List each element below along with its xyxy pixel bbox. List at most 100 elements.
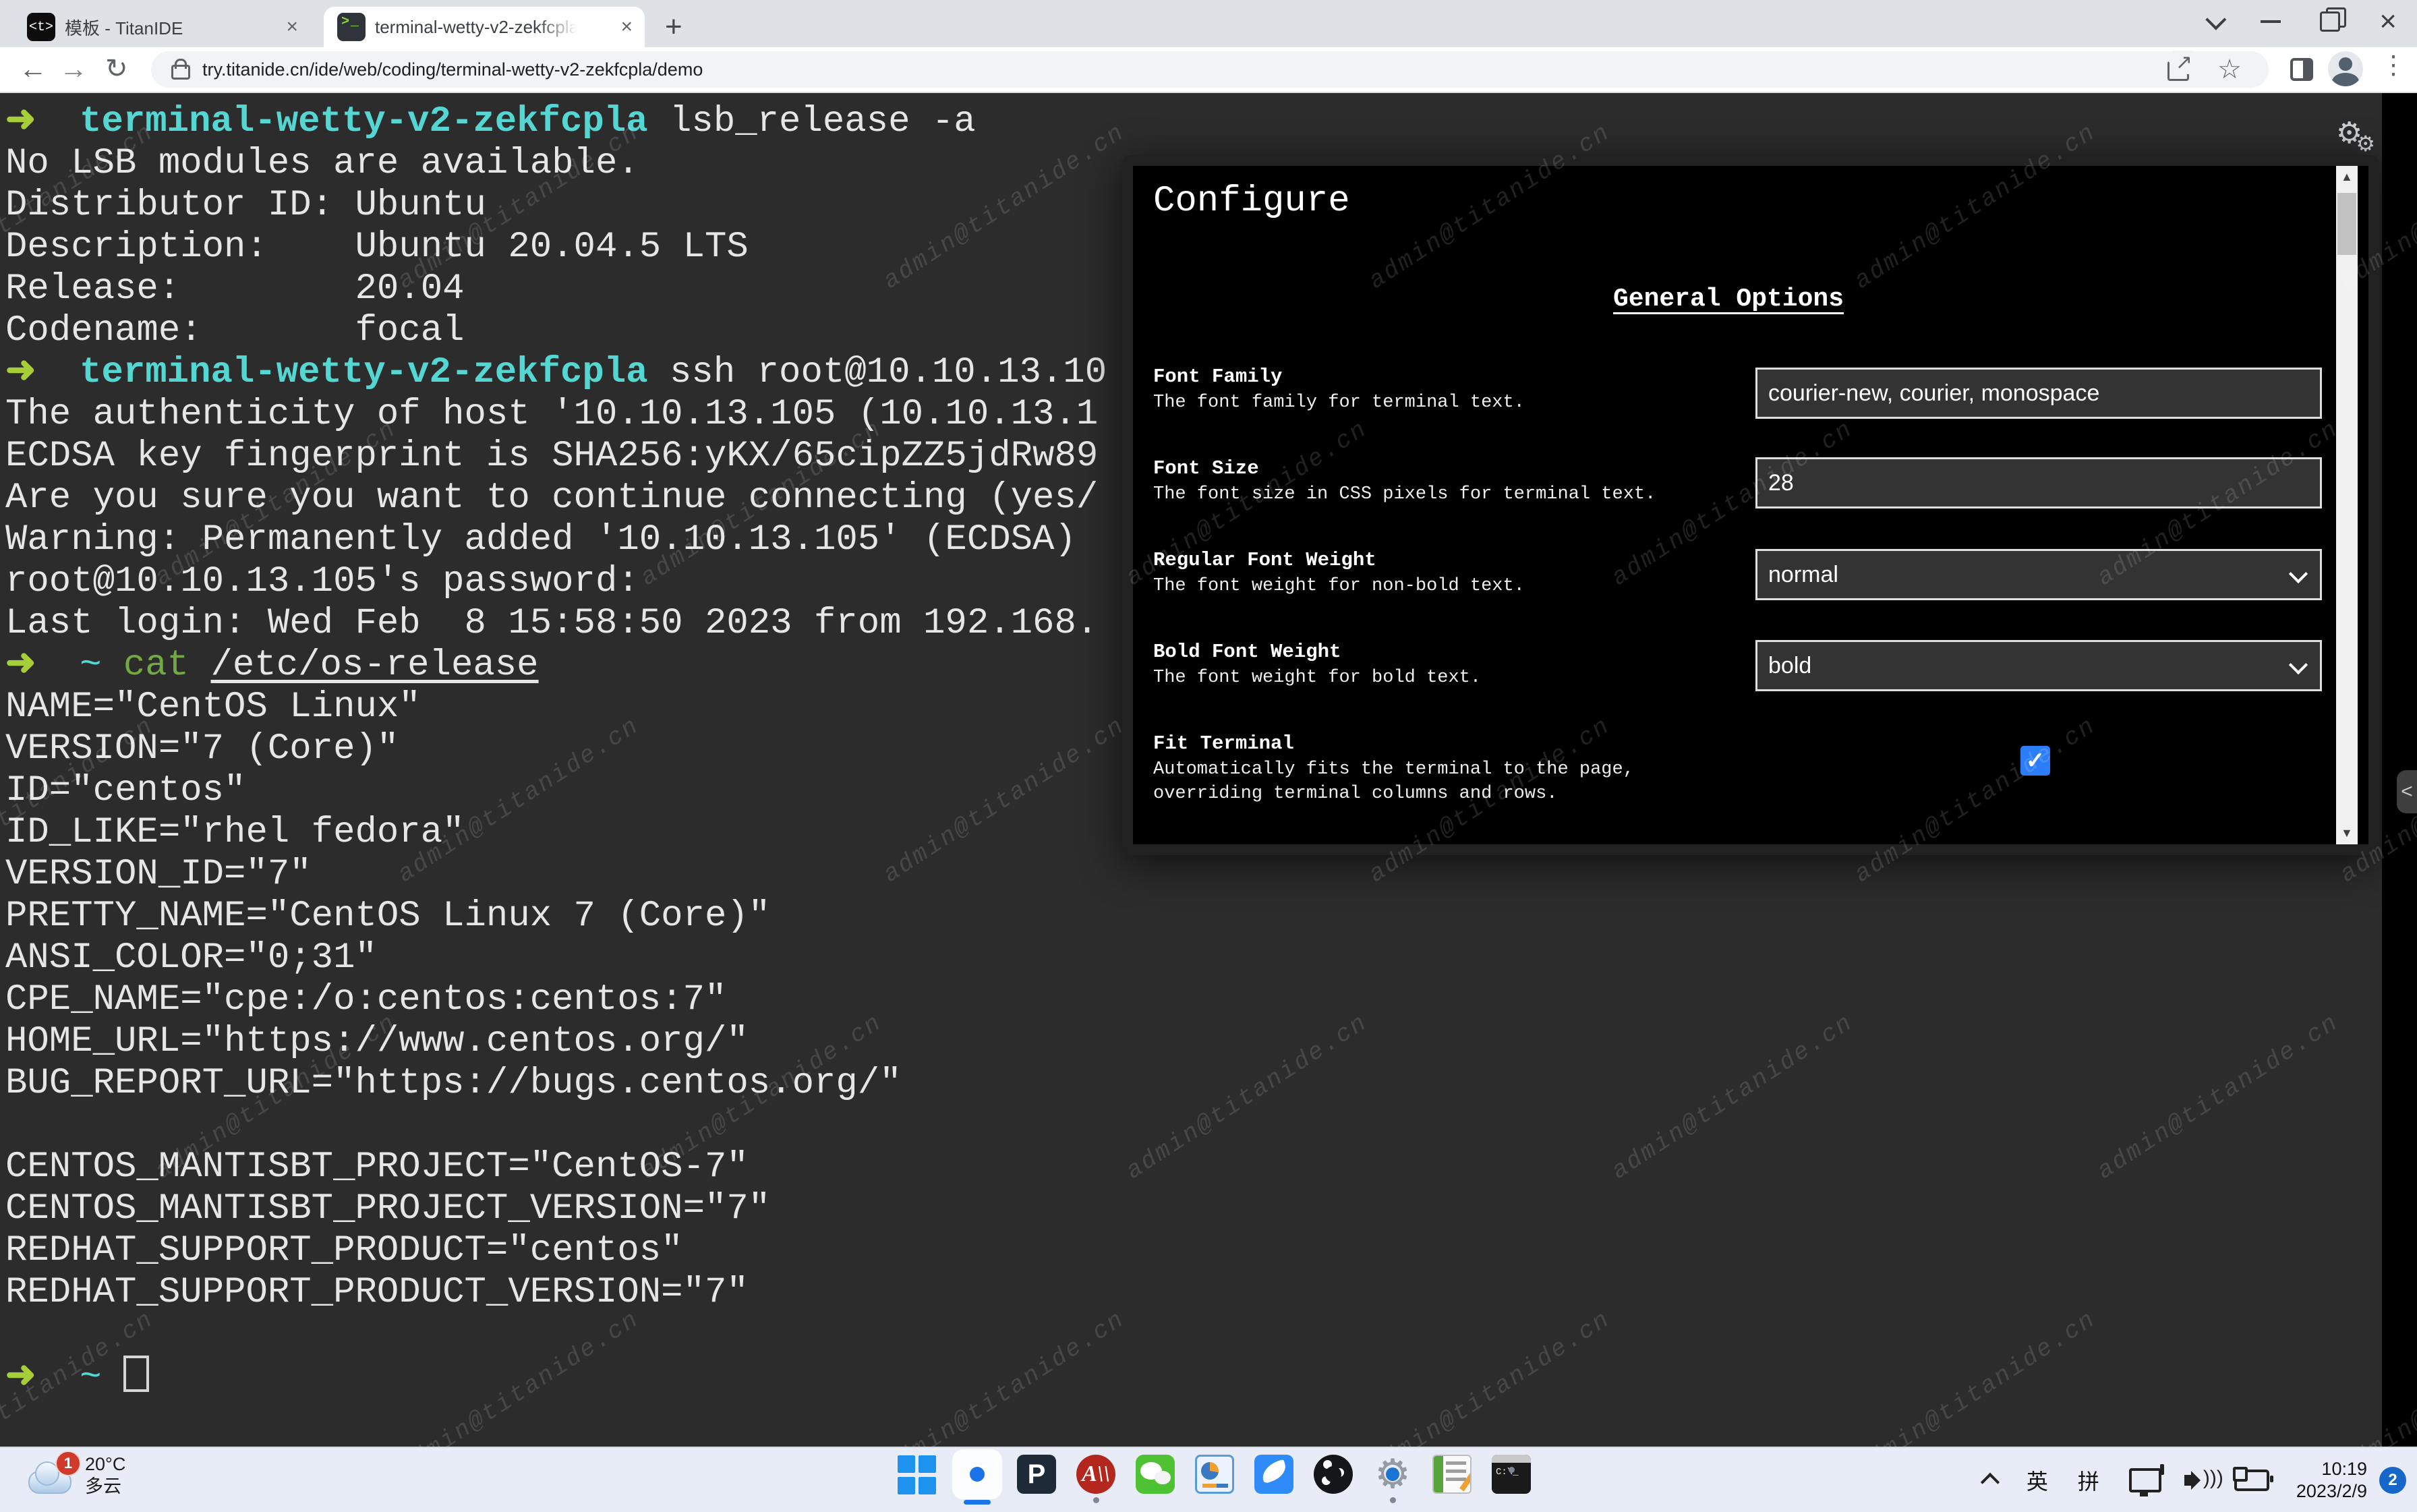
chevron-down-icon [2289, 656, 2308, 674]
volume-icon[interactable]: ))) [2184, 1468, 2214, 1492]
reload-button[interactable]: ↻ [105, 53, 128, 85]
terminal-line: REDHAT_SUPPORT_PRODUCT="centos" [5, 1230, 683, 1272]
watermark-text: admin@titanide.cn [1850, 1305, 2101, 1447]
terminal-line: VERSION="7 (Core)" [5, 728, 399, 770]
bookmark-star-icon[interactable]: ☆ [2217, 54, 2242, 85]
terminal-page[interactable]: ➜ terminal-wetty-v2-zekfcpla lsb_release… [0, 92, 2417, 1447]
notification-badge[interactable]: 2 [2379, 1467, 2406, 1494]
terminal-line: Warning: Permanently added '10.10.13.105… [5, 519, 1098, 561]
watermark-text: admin@titanide.cn [393, 711, 645, 888]
terminal-line: Are you sure you want to continue connec… [5, 477, 1098, 519]
scrollbar-thumb[interactable] [2337, 193, 2356, 255]
address-bar[interactable]: try.titanide.cn/ide/web/coding/terminal-… [151, 51, 2269, 88]
terminal-cursor [123, 1356, 149, 1392]
date: 2023/2/9 [2296, 1480, 2367, 1503]
watermark-text: admin@titanide.cn [879, 1305, 1130, 1447]
field-label: Font Size [1153, 457, 1259, 479]
terminal-line: ANSI_COLOR="0;31" [5, 937, 377, 979]
terminal-line: Description: Ubuntu 20.04.5 LTS [5, 227, 749, 268]
close-window-button[interactable]: × [2379, 7, 2397, 36]
tab-terminal-wetty[interactable]: >_ terminal-wetty-v2-zekfcpla - T × [324, 7, 645, 47]
collapse-panel-handle[interactable]: < [2397, 770, 2417, 813]
new-tab-button[interactable]: + [665, 12, 682, 42]
hidden-icons-chevron-icon[interactable] [1981, 1472, 2000, 1491]
terminal-line: ECDSA key fingerprint is SHA256:yKX/65ci… [5, 436, 1098, 477]
browser-tab-strip: <t> 模板 - TitanIDE × >_ terminal-wetty-v2… [0, 0, 2417, 47]
terminal-line: ➜ terminal-wetty-v2-zekfcpla ssh root@10… [5, 352, 1107, 394]
tab-title: terminal-wetty-v2-zekfcpla - T [375, 17, 577, 38]
restore-button[interactable] [2320, 11, 2340, 32]
terminal-line: ➜ terminal-wetty-v2-zekfcpla lsb_release… [5, 101, 976, 143]
wetty-settings-gear-icon[interactable]: ⚙⚙ [2336, 116, 2375, 156]
taskbar-app-chart-icon[interactable] [1195, 1455, 1234, 1494]
field-desc: The font family for terminal text. [1153, 392, 1525, 413]
watermark-text: admin@titanide.cn [393, 1305, 645, 1447]
watermark-text: admin@titanide.cn [879, 711, 1130, 888]
taskbar-app-start-icon[interactable] [897, 1455, 937, 1495]
terminal-line: ID_LIKE="rhel fedora" [5, 812, 465, 854]
profile-avatar[interactable] [2328, 51, 2363, 86]
weather-widget[interactable]: 1 20°C 多云 [26, 1453, 125, 1498]
taskbar-app-wechat-icon[interactable] [1136, 1455, 1175, 1494]
field-label: Font Family [1153, 366, 1282, 388]
lock-icon[interactable] [171, 65, 190, 80]
font-size-input[interactable] [1755, 457, 2322, 508]
terminal-line: Codename: focal [5, 310, 465, 352]
terminal-line: Last login: Wed Feb 8 15:58:50 2023 from… [5, 603, 1098, 645]
taskbar-app-cmd-icon[interactable]: C:\_ [1492, 1455, 1531, 1494]
terminal-line: Release: 20.04 [5, 268, 465, 310]
taskbar-app-red-a-icon[interactable]: A\\ [1076, 1455, 1115, 1494]
terminal-line: NAME="CentOS Linux" [5, 687, 421, 728]
page-right-strip [2382, 92, 2417, 1447]
terminal-line: REDHAT_SUPPORT_PRODUCT_VERSION="7" [5, 1272, 749, 1314]
tab-titanide-template[interactable]: <t> 模板 - TitanIDE × [27, 9, 310, 45]
titanide-favicon-icon: <t> [27, 13, 55, 41]
field-desc: The font weight for bold text. [1153, 668, 1481, 688]
network-icon[interactable] [2129, 1468, 2161, 1492]
browser-menu-icon[interactable]: ⋮ [2381, 50, 2406, 80]
field-label: Regular Font Weight [1153, 549, 1376, 571]
field-desc: overriding terminal columns and rows. [1153, 784, 1558, 804]
dialog-scrollbar[interactable] [2336, 166, 2358, 844]
back-button[interactable]: ← [19, 53, 47, 85]
watermark-text: admin@titanide.cn [2093, 1008, 2344, 1185]
cloud-icon: 1 [26, 1453, 76, 1494]
terminal-favicon-icon: >_ [337, 13, 366, 41]
window-controls: × [2207, 0, 2417, 43]
font-family-input[interactable] [1755, 368, 2322, 419]
side-panel-icon[interactable] [2290, 58, 2313, 81]
clock[interactable]: 10:19 2023/2/9 [2296, 1458, 2367, 1503]
taskbar-app-obs-icon[interactable] [1314, 1455, 1353, 1494]
terminal-line: ➜ ~ [5, 1356, 149, 1399]
tab-search-chevron-icon[interactable] [2206, 9, 2227, 30]
terminal-line: The authenticity of host '10.10.13.105 (… [5, 394, 1098, 436]
fit-terminal-checkbox[interactable]: ✓ [2020, 746, 2050, 776]
terminal-line: PRETTY_NAME="CentOS Linux 7 (Core)" [5, 896, 770, 937]
forward-button[interactable]: → [59, 53, 88, 85]
field-label: Bold Font Weight [1153, 641, 1341, 663]
field-desc: The font size in CSS pixels for terminal… [1153, 484, 1656, 504]
terminal-line: root@10.10.13.105's password: [5, 561, 639, 603]
watermark-text: admin@titanide.cn [1122, 1008, 1373, 1185]
terminal-line: ➜ ~ cat /etc/os-release [5, 645, 539, 687]
tab-close-icon[interactable]: × [620, 17, 633, 37]
taskbar-app-chrome-icon[interactable] [958, 1455, 997, 1494]
regular-font-weight-select[interactable]: normal [1755, 549, 2322, 600]
bold-font-weight-select[interactable]: bold [1755, 640, 2322, 691]
share-icon[interactable] [2167, 61, 2189, 81]
url-text[interactable]: try.titanide.cn/ide/web/coding/terminal-… [202, 59, 703, 80]
taskbar-app-dingtalk-icon[interactable] [1254, 1455, 1293, 1494]
configure-dialog: Configure General Options Font Family Th… [1122, 155, 2379, 855]
tab-close-icon[interactable]: × [286, 17, 298, 37]
ime-pinyin-indicator[interactable]: 拼 [2078, 1465, 2099, 1496]
taskbar-app-notepad-icon[interactable] [1432, 1455, 1472, 1494]
battery-icon[interactable] [2234, 1470, 2269, 1491]
taskbar-app-p-app-icon[interactable]: P [1017, 1455, 1056, 1494]
dialog-title: Configure [1153, 181, 1350, 222]
terminal-line: ID="centos" [5, 770, 245, 812]
minimize-button[interactable] [2261, 20, 2281, 23]
system-tray: 英 拼 ))) 10:19 2023/2/9 2 [1983, 1448, 2417, 1512]
chevron-down-icon [2289, 564, 2308, 583]
taskbar-app-settings-icon[interactable]: ⚙ [1373, 1455, 1412, 1494]
ime-language-indicator[interactable]: 英 [2027, 1465, 2048, 1496]
